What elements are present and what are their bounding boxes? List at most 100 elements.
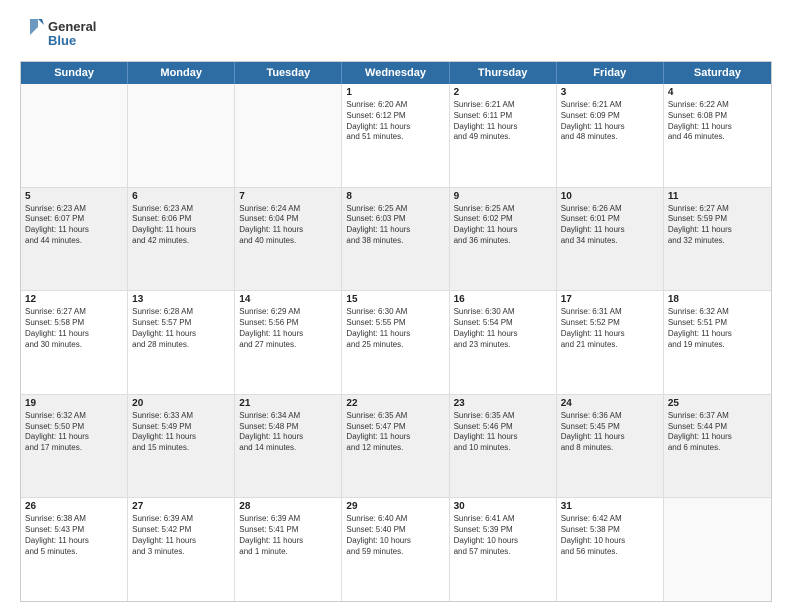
day-number: 5 xyxy=(25,191,123,202)
day-number: 23 xyxy=(454,398,552,409)
cell-info: Sunrise: 6:27 AM Sunset: 5:58 PM Dayligh… xyxy=(25,307,123,350)
day-number: 12 xyxy=(25,294,123,305)
calendar-cell xyxy=(235,84,342,187)
calendar-cell: 25Sunrise: 6:37 AM Sunset: 5:44 PM Dayli… xyxy=(664,395,771,498)
cell-info: Sunrise: 6:30 AM Sunset: 5:55 PM Dayligh… xyxy=(346,307,444,350)
cell-info: Sunrise: 6:28 AM Sunset: 5:57 PM Dayligh… xyxy=(132,307,230,350)
calendar-cell: 13Sunrise: 6:28 AM Sunset: 5:57 PM Dayli… xyxy=(128,291,235,394)
calendar-row: 5Sunrise: 6:23 AM Sunset: 6:07 PM Daylig… xyxy=(21,188,771,292)
calendar-cell: 20 Sunrise: 6:33 AM Sunset: 5:49 PM Dayli… xyxy=(128,395,235,498)
weekday-header: Tuesday xyxy=(235,62,342,84)
calendar-row: 19Sunrise: 6:32 AM Sunset: 5:50 PM Dayli… xyxy=(21,395,771,499)
cell-info: Sunrise: 6:21 AM Sunset: 6:11 PM Dayligh… xyxy=(454,100,552,143)
day-number: 31 xyxy=(561,501,659,512)
calendar-cell: 17 Sunrise: 6:31 AM Sunset: 5:52 PM Dayli… xyxy=(557,291,664,394)
day-number: 4 xyxy=(668,87,767,98)
calendar-row: 26 Sunrise: 6:38 AM Sunset: 5:43 PM Dayli… xyxy=(21,498,771,601)
calendar-cell xyxy=(21,84,128,187)
cell-info: Sunrise: 6:33 AM Sunset: 5:49 PM Dayligh… xyxy=(132,411,230,454)
calendar-cell: 30 Sunrise: 6:41 AM Sunset: 5:39 PM Dayli… xyxy=(450,498,557,601)
calendar: SundayMondayTuesdayWednesdayThursdayFrid… xyxy=(20,61,772,602)
calendar-cell xyxy=(128,84,235,187)
cell-info: Sunrise: 6:20 AM Sunset: 6:12 PM Dayligh… xyxy=(346,100,444,143)
calendar-cell: 11 Sunrise: 6:27 AM Sunset: 5:59 PM Dayli… xyxy=(664,188,771,291)
svg-text:General: General xyxy=(48,19,96,34)
calendar-cell: 19Sunrise: 6:32 AM Sunset: 5:50 PM Dayli… xyxy=(21,395,128,498)
calendar-header: SundayMondayTuesdayWednesdayThursdayFrid… xyxy=(21,62,771,84)
day-number: 16 xyxy=(454,294,552,305)
cell-info: Sunrise: 6:40 AM Sunset: 5:40 PM Dayligh… xyxy=(346,514,444,557)
day-number: 29 xyxy=(346,501,444,512)
calendar-cell: 1 Sunrise: 6:20 AM Sunset: 6:12 PM Daylig… xyxy=(342,84,449,187)
day-number: 27 xyxy=(132,501,230,512)
cell-info: Sunrise: 6:41 AM Sunset: 5:39 PM Dayligh… xyxy=(454,514,552,557)
logo-svg: General Blue xyxy=(20,15,120,51)
day-number: 1 xyxy=(346,87,444,98)
day-number: 17 xyxy=(561,294,659,305)
day-number: 2 xyxy=(454,87,552,98)
calendar-cell: 14Sunrise: 6:29 AM Sunset: 5:56 PM Dayli… xyxy=(235,291,342,394)
weekday-header: Monday xyxy=(128,62,235,84)
day-number: 30 xyxy=(454,501,552,512)
cell-info: Sunrise: 6:34 AM Sunset: 5:48 PM Dayligh… xyxy=(239,411,337,454)
calendar-cell: 9 Sunrise: 6:25 AM Sunset: 6:02 PM Daylig… xyxy=(450,188,557,291)
calendar-cell: 18 Sunrise: 6:32 AM Sunset: 5:51 PM Dayli… xyxy=(664,291,771,394)
day-number: 24 xyxy=(561,398,659,409)
cell-info: Sunrise: 6:35 AM Sunset: 5:46 PM Dayligh… xyxy=(454,411,552,454)
calendar-cell: 7Sunrise: 6:24 AM Sunset: 6:04 PM Daylig… xyxy=(235,188,342,291)
calendar-cell: 23 Sunrise: 6:35 AM Sunset: 5:46 PM Dayli… xyxy=(450,395,557,498)
calendar-cell: 24 Sunrise: 6:36 AM Sunset: 5:45 PM Dayli… xyxy=(557,395,664,498)
day-number: 8 xyxy=(346,191,444,202)
svg-text:Blue: Blue xyxy=(48,33,76,48)
cell-info: Sunrise: 6:42 AM Sunset: 5:38 PM Dayligh… xyxy=(561,514,659,557)
day-number: 9 xyxy=(454,191,552,202)
cell-info: Sunrise: 6:26 AM Sunset: 6:01 PM Dayligh… xyxy=(561,204,659,247)
cell-info: Sunrise: 6:37 AM Sunset: 5:44 PM Dayligh… xyxy=(668,411,767,454)
calendar-cell: 5Sunrise: 6:23 AM Sunset: 6:07 PM Daylig… xyxy=(21,188,128,291)
day-number: 7 xyxy=(239,191,337,202)
calendar-cell: 21 Sunrise: 6:34 AM Sunset: 5:48 PM Dayli… xyxy=(235,395,342,498)
calendar-cell: 3 Sunrise: 6:21 AM Sunset: 6:09 PM Daylig… xyxy=(557,84,664,187)
calendar-cell xyxy=(664,498,771,601)
calendar-cell: 6 Sunrise: 6:23 AM Sunset: 6:06 PM Daylig… xyxy=(128,188,235,291)
cell-info: Sunrise: 6:27 AM Sunset: 5:59 PM Dayligh… xyxy=(668,204,767,247)
day-number: 19 xyxy=(25,398,123,409)
weekday-header: Saturday xyxy=(664,62,771,84)
day-number: 20 xyxy=(132,398,230,409)
cell-info: Sunrise: 6:22 AM Sunset: 6:08 PM Dayligh… xyxy=(668,100,767,143)
cell-info: Sunrise: 6:30 AM Sunset: 5:54 PM Dayligh… xyxy=(454,307,552,350)
cell-info: Sunrise: 6:38 AM Sunset: 5:43 PM Dayligh… xyxy=(25,514,123,557)
logo: General Blue xyxy=(20,15,120,51)
weekday-header: Thursday xyxy=(450,62,557,84)
cell-info: Sunrise: 6:39 AM Sunset: 5:42 PM Dayligh… xyxy=(132,514,230,557)
cell-info: Sunrise: 6:32 AM Sunset: 5:51 PM Dayligh… xyxy=(668,307,767,350)
calendar-row: 12 Sunrise: 6:27 AM Sunset: 5:58 PM Dayli… xyxy=(21,291,771,395)
day-number: 11 xyxy=(668,191,767,202)
calendar-cell: 8 Sunrise: 6:25 AM Sunset: 6:03 PM Daylig… xyxy=(342,188,449,291)
day-number: 6 xyxy=(132,191,230,202)
cell-info: Sunrise: 6:21 AM Sunset: 6:09 PM Dayligh… xyxy=(561,100,659,143)
cell-info: Sunrise: 6:35 AM Sunset: 5:47 PM Dayligh… xyxy=(346,411,444,454)
day-number: 3 xyxy=(561,87,659,98)
weekday-header: Wednesday xyxy=(342,62,449,84)
cell-info: Sunrise: 6:29 AM Sunset: 5:56 PM Dayligh… xyxy=(239,307,337,350)
calendar-cell: 4 Sunrise: 6:22 AM Sunset: 6:08 PM Daylig… xyxy=(664,84,771,187)
calendar-cell: 22Sunrise: 6:35 AM Sunset: 5:47 PM Dayli… xyxy=(342,395,449,498)
header: General Blue xyxy=(20,15,772,51)
weekday-header: Sunday xyxy=(21,62,128,84)
calendar-cell: 31 Sunrise: 6:42 AM Sunset: 5:38 PM Dayli… xyxy=(557,498,664,601)
calendar-cell: 28Sunrise: 6:39 AM Sunset: 5:41 PM Dayli… xyxy=(235,498,342,601)
day-number: 26 xyxy=(25,501,123,512)
day-number: 21 xyxy=(239,398,337,409)
day-number: 18 xyxy=(668,294,767,305)
cell-info: Sunrise: 6:36 AM Sunset: 5:45 PM Dayligh… xyxy=(561,411,659,454)
cell-info: Sunrise: 6:25 AM Sunset: 6:02 PM Dayligh… xyxy=(454,204,552,247)
calendar-cell: 12 Sunrise: 6:27 AM Sunset: 5:58 PM Dayli… xyxy=(21,291,128,394)
calendar-cell: 27 Sunrise: 6:39 AM Sunset: 5:42 PM Dayli… xyxy=(128,498,235,601)
weekday-header: Friday xyxy=(557,62,664,84)
cell-info: Sunrise: 6:39 AM Sunset: 5:41 PM Dayligh… xyxy=(239,514,337,557)
cell-info: Sunrise: 6:31 AM Sunset: 5:52 PM Dayligh… xyxy=(561,307,659,350)
calendar-cell: 10Sunrise: 6:26 AM Sunset: 6:01 PM Dayli… xyxy=(557,188,664,291)
cell-info: Sunrise: 6:23 AM Sunset: 6:06 PM Dayligh… xyxy=(132,204,230,247)
cell-info: Sunrise: 6:25 AM Sunset: 6:03 PM Dayligh… xyxy=(346,204,444,247)
